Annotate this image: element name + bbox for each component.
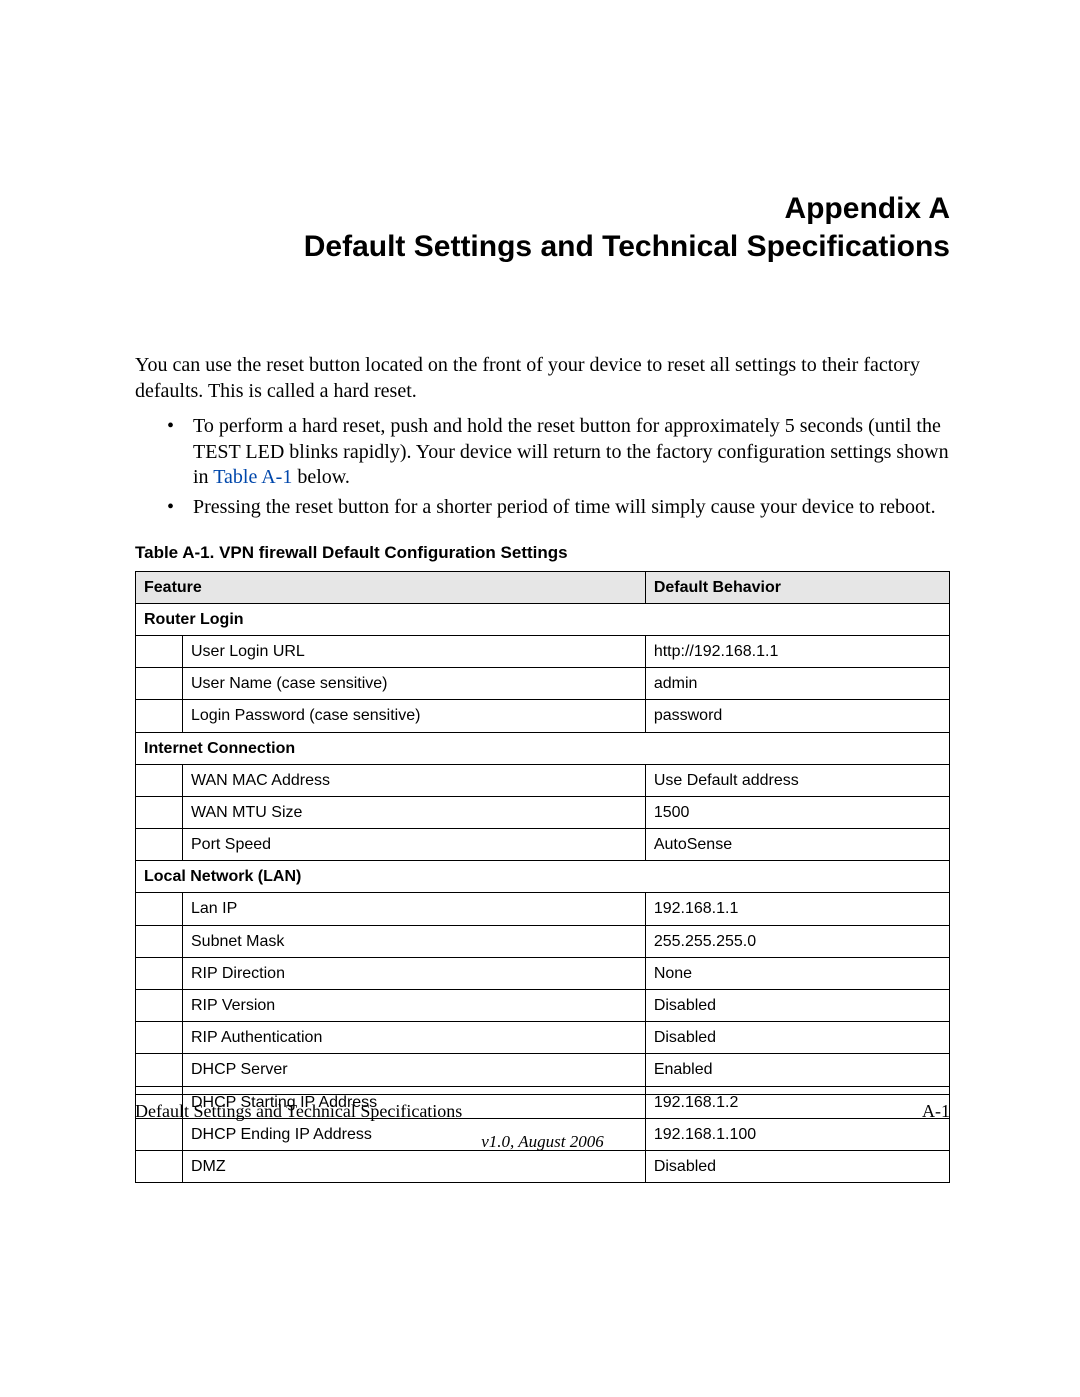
indent-cell xyxy=(136,764,183,796)
footer-left: Default Settings and Technical Specifica… xyxy=(135,1101,462,1122)
indent-cell xyxy=(136,957,183,989)
feature-cell: Lan IP xyxy=(183,893,646,925)
table-section-name: Internet Connection xyxy=(136,732,950,764)
feature-cell: RIP Version xyxy=(183,990,646,1022)
indent-cell xyxy=(136,1150,183,1182)
table-row: DHCP ServerEnabled xyxy=(136,1054,950,1086)
indent-cell xyxy=(136,829,183,861)
bullet-item: To perform a hard reset, push and hold t… xyxy=(135,414,950,491)
table-row: User Name (case sensitive)admin xyxy=(136,668,950,700)
indent-cell xyxy=(136,893,183,925)
value-cell: Enabled xyxy=(645,1054,949,1086)
table-row: RIP AuthenticationDisabled xyxy=(136,1022,950,1054)
bullet-text-pre: Pressing the reset button for a shorter … xyxy=(193,496,936,518)
table-row: Port SpeedAutoSense xyxy=(136,829,950,861)
value-cell: http://192.168.1.1 xyxy=(645,635,949,667)
indent-cell xyxy=(136,1022,183,1054)
table-caption: Table A-1. VPN firewall Default Configur… xyxy=(135,543,950,563)
table-row: RIP DirectionNone xyxy=(136,957,950,989)
bullet-text-post: below. xyxy=(292,466,350,488)
feature-cell: RIP Direction xyxy=(183,957,646,989)
footer-rule xyxy=(135,1094,950,1095)
table-header-row: Feature Default Behavior xyxy=(136,571,950,603)
value-cell: admin xyxy=(645,668,949,700)
value-cell: Use Default address xyxy=(645,764,949,796)
page: Appendix A Default Settings and Technica… xyxy=(0,0,1080,1397)
indent-cell xyxy=(136,700,183,732)
indent-cell xyxy=(136,635,183,667)
table-ref-link[interactable]: Table A-1 xyxy=(213,466,292,488)
table-row: RIP VersionDisabled xyxy=(136,990,950,1022)
value-cell: 192.168.1.1 xyxy=(645,893,949,925)
value-cell: password xyxy=(645,700,949,732)
value-cell: AutoSense xyxy=(645,829,949,861)
table-section-row: Router Login xyxy=(136,603,950,635)
page-title: Appendix A Default Settings and Technica… xyxy=(135,190,950,265)
feature-cell: WAN MAC Address xyxy=(183,764,646,796)
table-section-row: Local Network (LAN) xyxy=(136,861,950,893)
feature-cell: DHCP Server xyxy=(183,1054,646,1086)
feature-cell: RIP Authentication xyxy=(183,1022,646,1054)
value-cell: None xyxy=(645,957,949,989)
title-line-2: Default Settings and Technical Specifica… xyxy=(135,228,950,266)
table-row: Lan IP192.168.1.1 xyxy=(136,893,950,925)
table-row: WAN MAC AddressUse Default address xyxy=(136,764,950,796)
feature-cell: Port Speed xyxy=(183,829,646,861)
indent-cell xyxy=(136,1054,183,1086)
feature-cell: Login Password (case sensitive) xyxy=(183,700,646,732)
col-header-feature: Feature xyxy=(136,571,646,603)
intro-paragraph: You can use the reset button located on … xyxy=(135,353,950,404)
bullet-list: To perform a hard reset, push and hold t… xyxy=(135,414,950,520)
feature-cell: User Name (case sensitive) xyxy=(183,668,646,700)
footer-version: v1.0, August 2006 xyxy=(135,1132,950,1152)
value-cell: 1500 xyxy=(645,796,949,828)
page-footer: Default Settings and Technical Specifica… xyxy=(135,1094,950,1152)
table-section-name: Router Login xyxy=(136,603,950,635)
feature-cell: User Login URL xyxy=(183,635,646,667)
feature-cell: WAN MTU Size xyxy=(183,796,646,828)
table-row: WAN MTU Size1500 xyxy=(136,796,950,828)
indent-cell xyxy=(136,925,183,957)
indent-cell xyxy=(136,668,183,700)
bullet-item: Pressing the reset button for a shorter … xyxy=(135,495,950,521)
title-line-1: Appendix A xyxy=(135,190,950,228)
table-row: DMZDisabled xyxy=(136,1150,950,1182)
footer-right: A-1 xyxy=(922,1101,950,1122)
value-cell: 255.255.255.0 xyxy=(645,925,949,957)
table-row: Subnet Mask255.255.255.0 xyxy=(136,925,950,957)
table-row: Login Password (case sensitive)password xyxy=(136,700,950,732)
config-table: Feature Default Behavior Router LoginUse… xyxy=(135,571,950,1184)
value-cell: Disabled xyxy=(645,1022,949,1054)
table-section-row: Internet Connection xyxy=(136,732,950,764)
feature-cell: Subnet Mask xyxy=(183,925,646,957)
table-row: User Login URLhttp://192.168.1.1 xyxy=(136,635,950,667)
col-header-behavior: Default Behavior xyxy=(645,571,949,603)
feature-cell: DMZ xyxy=(183,1150,646,1182)
value-cell: Disabled xyxy=(645,990,949,1022)
indent-cell xyxy=(136,796,183,828)
table-section-name: Local Network (LAN) xyxy=(136,861,950,893)
indent-cell xyxy=(136,990,183,1022)
value-cell: Disabled xyxy=(645,1150,949,1182)
